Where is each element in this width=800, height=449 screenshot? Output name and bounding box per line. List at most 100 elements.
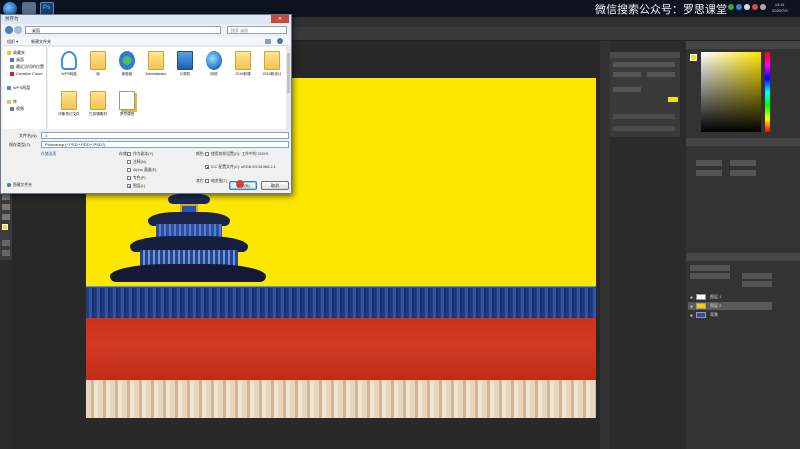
layer-name: 背景: [710, 312, 718, 317]
scrollbar-thumb[interactable]: [287, 53, 290, 93]
view-options-icon[interactable]: [265, 39, 271, 44]
foreground-color-swatch[interactable]: [2, 224, 8, 230]
file-item[interactable]: Administrator: [143, 51, 169, 83]
file-item[interactable]: 2019新设计: [259, 51, 285, 83]
file-item[interactable]: 印象笔记文件: [56, 91, 82, 123]
system-clock[interactable]: 14:11 2020/7/9: [772, 2, 788, 14]
option-notes[interactable]: 注释(N): [127, 160, 146, 165]
back-icon[interactable]: [5, 26, 13, 34]
text-style-buttons[interactable]: [613, 114, 675, 119]
system-tray: [728, 4, 768, 12]
move-tool-icon[interactable]: [2, 194, 10, 200]
new-folder-button[interactable]: 新建文件夹: [31, 39, 51, 45]
zoom-tool-icon[interactable]: [2, 204, 10, 210]
color-panel-fg-swatch[interactable]: [690, 54, 697, 61]
nav-item-creative-cloud[interactable]: Creative Cloud: [10, 71, 42, 76]
color-panel-tab[interactable]: [686, 41, 800, 49]
organize-menu[interactable]: 组织 ▾: [7, 39, 18, 45]
checkbox[interactable]: [205, 179, 209, 183]
fill-field[interactable]: [742, 281, 772, 287]
checkbox-checked[interactable]: [127, 184, 131, 188]
file-item[interactable]: 网络: [201, 51, 227, 83]
forward-icon[interactable]: [14, 26, 22, 34]
more-tools-icon[interactable]: [2, 214, 10, 220]
font-style-select[interactable]: [613, 72, 641, 77]
quick-mask-icon[interactable]: [2, 240, 10, 246]
option-icc-profile[interactable]: ICC 配置文件(C): sRGB IEC61966-2.1: [205, 165, 276, 170]
hue-slider[interactable]: [765, 52, 770, 132]
address-field[interactable]: 桌面: [25, 26, 221, 34]
width-field[interactable]: [696, 160, 722, 166]
filename-input[interactable]: 1: [41, 132, 289, 139]
file-item[interactable]: 库: [85, 51, 111, 83]
checkbox-checked[interactable]: [205, 165, 209, 169]
font-family-select[interactable]: [613, 62, 675, 67]
checkbox[interactable]: [127, 168, 131, 172]
nav-item-desktop[interactable]: 桌面: [10, 57, 24, 63]
opacity-field[interactable]: [742, 273, 772, 279]
stone-wall-base: [86, 380, 596, 418]
tracking-select[interactable]: [613, 87, 641, 92]
layers-panel-tab[interactable]: [686, 253, 800, 261]
tools-panel: [0, 190, 12, 260]
wechat-tray-icon[interactable]: [728, 4, 734, 10]
checkbox[interactable]: [127, 152, 131, 156]
file-list: WPS网盘 库 家庭组 Administrator 计算机 网络 2019新课: [48, 47, 286, 129]
checkbox[interactable]: [127, 176, 131, 180]
properties-panel-tab[interactable]: [686, 138, 800, 146]
search-input[interactable]: 搜索 桌面: [227, 26, 287, 34]
cloud-icon: [10, 72, 14, 76]
dialog-close-button[interactable]: ✕: [271, 15, 289, 23]
opentype-buttons[interactable]: [613, 126, 675, 131]
cancel-button[interactable]: 取消: [261, 181, 289, 190]
save-type-select[interactable]: Photoshop (*.PSD;*.PDD;*.PSDT): [41, 141, 289, 148]
layer-filter-select[interactable]: [690, 265, 730, 271]
y-field[interactable]: [730, 170, 756, 176]
nav-item-favorites[interactable]: 收藏夹: [7, 50, 25, 56]
nav-item-videos[interactable]: 视频: [10, 106, 24, 112]
network-tray-icon[interactable]: [736, 4, 742, 10]
checkbox[interactable]: [205, 152, 209, 156]
leading-select[interactable]: [647, 72, 675, 77]
dialog-titlebar[interactable]: 另存为: [1, 15, 291, 24]
file-list-scrollbar[interactable]: [286, 47, 291, 129]
folder-icon: [90, 51, 106, 70]
layer-row[interactable]: ● 图层 1: [688, 293, 772, 301]
option-thumbnail[interactable]: 缩览图(T): [205, 179, 227, 184]
volume-tray-icon[interactable]: [744, 4, 750, 10]
option-as-copy[interactable]: 作为副本(Y): [127, 152, 153, 157]
layer-row-selected[interactable]: ● 图层 2: [688, 302, 772, 310]
eye-icon[interactable]: ●: [690, 294, 693, 302]
collapsed-panel-dock: [600, 41, 610, 449]
security-tray-icon[interactable]: [752, 4, 758, 10]
height-field[interactable]: [730, 160, 756, 166]
character-panel-tab[interactable]: [610, 52, 680, 58]
file-item[interactable]: WPS网盘: [56, 51, 82, 83]
hide-folders-toggle[interactable]: 隐藏文件夹: [7, 183, 32, 188]
file-item[interactable]: 罗思课堂: [114, 91, 140, 123]
layer-row[interactable]: ● 背景: [688, 311, 772, 319]
option-alpha[interactable]: Alpha 通道(E): [127, 168, 156, 173]
option-layers[interactable]: 图层(L): [127, 184, 145, 189]
checkbox[interactable]: [127, 160, 131, 164]
nav-item-libraries[interactable]: 库: [7, 99, 17, 105]
layer-name: 图层 2: [710, 303, 722, 308]
blend-mode-select[interactable]: [690, 273, 730, 279]
help-icon[interactable]: [277, 38, 283, 44]
screen-mode-icon[interactable]: [2, 250, 10, 256]
nav-item-wps-cloud[interactable]: WPS网盘: [7, 85, 30, 91]
input-method-tray-icon[interactable]: [760, 4, 766, 10]
color-picker-field[interactable]: [701, 52, 761, 132]
x-field[interactable]: [696, 170, 722, 176]
text-color-swatch[interactable]: [668, 97, 678, 102]
eye-icon[interactable]: ●: [690, 312, 693, 320]
option-spot-colors[interactable]: 专色(P): [127, 176, 146, 181]
option-proof-setup[interactable]: 使用校样设置(O): 工作中的 CMYK: [205, 152, 269, 157]
file-item[interactable]: 家庭组: [114, 51, 140, 83]
eye-icon[interactable]: ●: [690, 303, 693, 311]
file-item[interactable]: 2019新课: [230, 51, 256, 83]
nav-item-recent[interactable]: 最近访问的位置: [10, 64, 44, 70]
file-item[interactable]: 已剪辑素材: [85, 91, 111, 123]
file-item[interactable]: 计算机: [172, 51, 198, 83]
video-icon: [10, 107, 14, 111]
